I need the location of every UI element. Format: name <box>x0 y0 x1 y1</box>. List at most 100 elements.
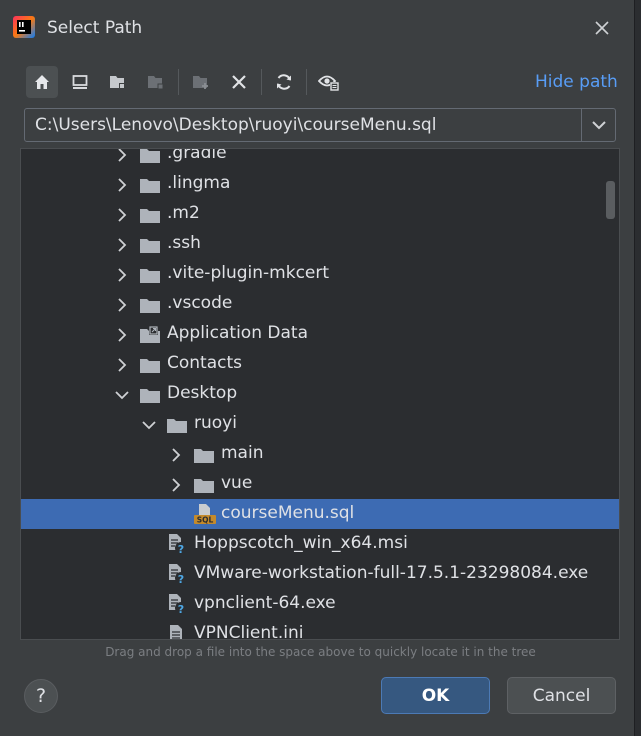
tree-row-label: .vscode <box>167 293 233 313</box>
tree-row-label: Desktop <box>167 383 238 403</box>
desktop-icon <box>72 75 88 89</box>
tree-row-label: .m2 <box>167 203 200 223</box>
tree-row[interactable]: VPNClient.ini <box>21 619 619 640</box>
new-folder-button[interactable] <box>185 66 217 98</box>
tree-row[interactable]: Contacts <box>21 349 619 379</box>
tree-row-label: .vite-plugin-mkcert <box>167 263 330 283</box>
tree-row-label: .ssh <box>167 233 201 253</box>
help-button[interactable]: ? <box>24 679 58 713</box>
folder-icon <box>139 149 161 165</box>
chevron-down-icon[interactable] <box>115 387 129 401</box>
folder-icon <box>139 355 161 375</box>
hide-path-link[interactable]: Hide path <box>535 72 618 92</box>
folder-icon <box>166 415 188 435</box>
folder-icon <box>139 295 161 315</box>
delete-button[interactable] <box>223 66 255 98</box>
close-icon <box>595 21 609 35</box>
chevron-right-icon[interactable] <box>115 327 129 342</box>
chevron-right-icon[interactable] <box>115 357 129 372</box>
tree-row-label: .lingma <box>167 173 231 193</box>
chevron-right-icon[interactable] <box>115 177 129 192</box>
tree-row-label: Contacts <box>167 353 242 373</box>
folder-icon <box>193 475 215 495</box>
tree-scrollbar-thumb[interactable] <box>606 181 615 219</box>
ok-button[interactable]: OK <box>381 677 490 714</box>
tree-row[interactable]: ? vpnclient-64.exe <box>21 589 619 619</box>
drag-drop-hint: Drag and drop a file into the space abov… <box>105 645 536 659</box>
svg-text:SQL: SQL <box>197 516 214 525</box>
text-file-icon <box>166 623 188 639</box>
tree-row[interactable]: .m2 <box>21 199 619 229</box>
tree-row[interactable]: .vscode <box>21 289 619 319</box>
folder-icon <box>193 445 215 465</box>
chevron-right-icon[interactable] <box>169 447 183 462</box>
chevron-right-icon[interactable] <box>115 207 129 222</box>
tree-row[interactable]: ? Hoppscotch_win_x64.msi <box>21 529 619 559</box>
dialog-title: Select Path <box>47 18 143 38</box>
chevron-right-icon[interactable] <box>115 237 129 252</box>
file-tree[interactable]: VPNClient.ini? vpnclient-64.exe? VMware-wo… <box>20 148 620 640</box>
tree-row-label: .gradle <box>167 148 227 163</box>
unknown-file-icon: ? <box>166 533 188 556</box>
chevron-right-icon[interactable] <box>115 149 129 162</box>
tree-row-label: Hoppscotch_win_x64.msi <box>194 533 408 553</box>
select-path-dialog: Select Path Hide path C:\Users\Lenovo\De… <box>0 0 635 736</box>
background-window-edge <box>635 0 641 736</box>
tree-row[interactable]: .lingma <box>21 169 619 199</box>
chevron-down-icon <box>591 121 606 130</box>
module-folder-icon <box>148 76 164 90</box>
home-icon <box>35 75 49 89</box>
tree-row[interactable]: .ssh <box>21 229 619 259</box>
svg-text:?: ? <box>178 573 184 585</box>
toolbar-separator <box>178 69 179 95</box>
path-dropdown-button[interactable] <box>581 109 615 141</box>
folder-icon <box>139 235 161 255</box>
tree-row-label: Application Data <box>167 323 308 343</box>
project-folder-button[interactable] <box>102 66 134 98</box>
close-button[interactable] <box>588 14 616 42</box>
path-input[interactable] <box>25 109 580 141</box>
tree-row[interactable]: Desktop <box>21 379 619 409</box>
toolbar <box>26 64 351 100</box>
tree-row[interactable]: main <box>21 439 619 469</box>
tree-row[interactable]: .vite-plugin-mkcert <box>21 259 619 289</box>
module-folder-button[interactable] <box>140 66 172 98</box>
new-folder-icon <box>193 76 208 89</box>
tree-row[interactable]: ? VMware-workstation-full-17.5.1-23298084… <box>21 559 619 589</box>
svg-text:?: ? <box>178 603 184 615</box>
folder-link-icon <box>139 325 161 345</box>
intellij-logo-icon <box>13 16 35 38</box>
show-hidden-button[interactable] <box>313 66 345 98</box>
cancel-button[interactable]: Cancel <box>507 677 616 714</box>
chevron-down-icon[interactable] <box>142 417 156 431</box>
unknown-file-icon: ? <box>166 593 188 616</box>
path-combobox[interactable] <box>24 108 616 142</box>
folder-icon <box>139 385 161 405</box>
title-bar: Select Path <box>0 0 634 56</box>
tree-row[interactable]: vue <box>21 469 619 499</box>
tree-row-label: main <box>221 443 264 463</box>
tree-row-label: vpnclient-64.exe <box>194 593 336 613</box>
project-folder-icon <box>110 76 125 89</box>
tree-row[interactable]: Application Data <box>21 319 619 349</box>
toolbar-separator <box>261 69 262 95</box>
tree-row[interactable]: ruoyi <box>21 409 619 439</box>
folder-icon <box>139 175 161 195</box>
refresh-button[interactable] <box>268 66 300 98</box>
tree-row-label: VPNClient.ini <box>194 623 304 640</box>
tree-row-label: vue <box>221 473 253 493</box>
toolbar-separator <box>306 69 307 95</box>
tree-row[interactable]: .gradle <box>21 148 619 169</box>
tree-row-label: ruoyi <box>194 413 237 433</box>
chevron-right-icon[interactable] <box>169 477 183 492</box>
tree-row-selected[interactable]: SQL courseMenu.sql <box>21 499 619 529</box>
chevron-right-icon[interactable] <box>115 267 129 282</box>
tree-row-label: VMware-workstation-full-17.5.1-23298084.… <box>194 563 589 583</box>
svg-text:?: ? <box>178 543 184 555</box>
chevron-right-icon[interactable] <box>115 297 129 312</box>
home-button[interactable] <box>26 66 58 98</box>
desktop-button[interactable] <box>64 66 96 98</box>
tree-row-label: courseMenu.sql <box>221 503 355 523</box>
unknown-file-icon: ? <box>166 563 188 586</box>
folder-icon <box>139 265 161 285</box>
